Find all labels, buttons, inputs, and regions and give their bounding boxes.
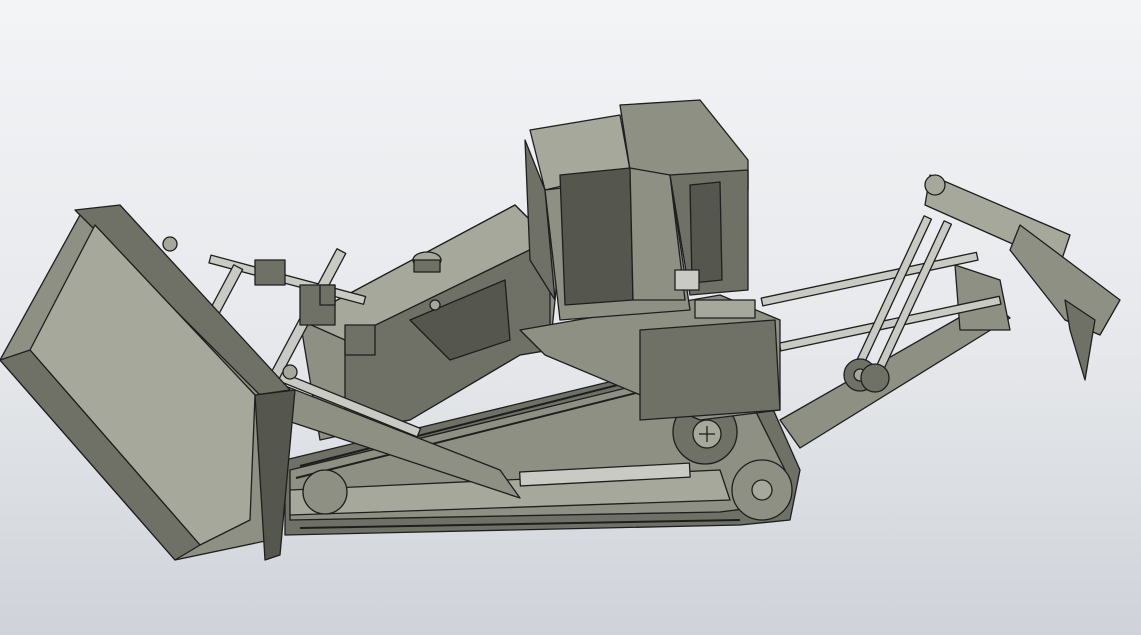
dozer-blade <box>0 204 298 561</box>
ripper-assembly <box>760 174 1121 449</box>
bulldozer-model <box>0 99 1121 561</box>
3d-viewport[interactable] <box>0 0 1141 635</box>
operator-cab <box>524 99 749 321</box>
